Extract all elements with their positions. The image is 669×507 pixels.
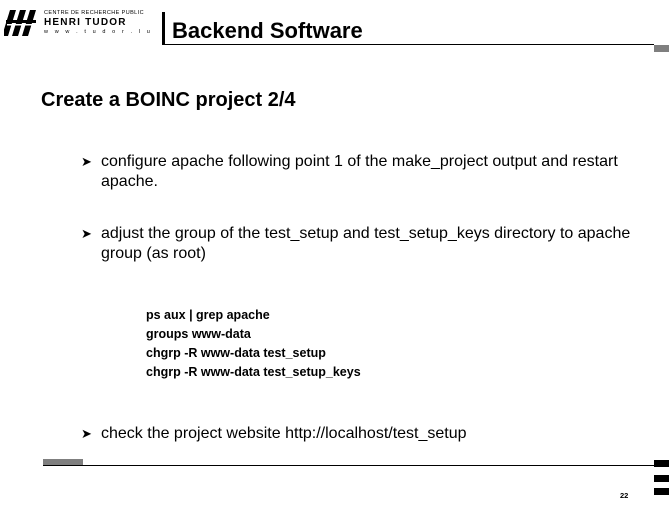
command-line: ps aux | grep apache	[146, 308, 270, 322]
logo-url: w w w . t u d o r . l u	[44, 29, 153, 35]
logo-institution-line: CENTRE DE RECHERCHE PUBLIC	[44, 10, 144, 16]
tudor-logo-icon	[4, 8, 38, 38]
tudor-logo: CENTRE DE RECHERCHE PUBLIC HENRI TUDOR w…	[4, 6, 162, 46]
command-line: chgrp -R www-data test_setup	[146, 346, 326, 360]
bullet-text: configure apache following point 1 of th…	[101, 153, 618, 190]
bullet-text: adjust the group of the test_setup and t…	[101, 225, 631, 262]
footer-rule	[43, 465, 654, 466]
footer-tab-decoration	[654, 488, 669, 495]
header-rule	[164, 44, 654, 45]
arrow-bullet-icon: ➤	[81, 226, 92, 241]
command-block: ps aux | grep apache groups www-data chg…	[146, 306, 361, 382]
header-title: Backend Software	[172, 18, 363, 43]
slide-title: Create a BOINC project 2/4	[41, 89, 296, 111]
command-line: groups www-data	[146, 327, 251, 341]
footer-tab-decoration	[654, 460, 669, 467]
logo-name: HENRI TUDOR	[44, 17, 127, 28]
bullet-item: ➤ check the project website http://local…	[81, 424, 641, 444]
arrow-bullet-icon: ➤	[81, 154, 92, 169]
footer-tab-decoration	[654, 475, 669, 482]
bullet-item: ➤ adjust the group of the test_setup and…	[81, 224, 641, 264]
header-divider	[162, 12, 165, 45]
bullet-text: check the project website http://localho…	[101, 425, 467, 442]
arrow-bullet-icon: ➤	[81, 426, 92, 441]
command-line: chgrp -R www-data test_setup_keys	[146, 365, 361, 379]
header-tab-decoration	[654, 45, 669, 52]
page-number: 22	[620, 491, 629, 500]
bullet-item: ➤ configure apache following point 1 of …	[81, 152, 641, 192]
